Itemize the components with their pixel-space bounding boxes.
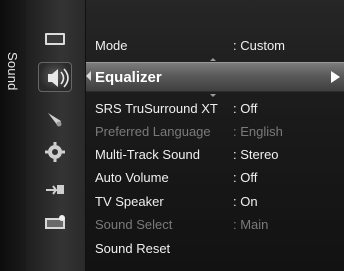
input-icon[interactable] — [42, 178, 68, 200]
menu-item-sound-reset[interactable]: Sound Reset — [95, 237, 340, 259]
menu-item-mode[interactable]: Mode : Custom — [95, 34, 340, 56]
sound-select-value: : Main — [233, 217, 269, 232]
category-tab: Sound — [0, 0, 26, 271]
setup-icon[interactable] — [42, 141, 68, 163]
preferred-language-value: : English — [233, 124, 283, 139]
srs-label: SRS TruSurround XT — [95, 101, 218, 116]
tv-speaker-value: : On — [233, 194, 258, 209]
menu-item-preferred-language: Preferred Language : English — [95, 120, 340, 142]
picture-icon[interactable] — [42, 28, 68, 50]
srs-value: : Off — [233, 101, 258, 116]
menu-item-equalizer[interactable]: Equalizer — [86, 62, 344, 92]
channel-icon[interactable] — [42, 108, 68, 130]
sound-reset-label: Sound Reset — [95, 241, 171, 256]
mode-value: : Custom — [233, 38, 286, 53]
menu-item-tv-speaker[interactable]: TV Speaker : On — [95, 190, 340, 212]
multi-track-label: Multi-Track Sound — [95, 147, 200, 162]
menu-item-auto-volume[interactable]: Auto Volume : Off — [95, 166, 340, 188]
auto-volume-value: : Off — [233, 170, 258, 185]
category-label: Sound — [5, 52, 20, 91]
preferred-language-label: Preferred Language — [95, 124, 211, 139]
submenu-arrow-icon — [331, 71, 340, 83]
menu-category-icons — [26, 0, 86, 271]
sound-select-label: Sound Select — [95, 217, 173, 232]
menu-item-srs-trusurround[interactable]: SRS TruSurround XT : Off — [95, 97, 340, 119]
multi-track-value: : Stereo — [233, 147, 279, 162]
equalizer-label: Equalizer — [95, 69, 162, 86]
application-icon[interactable] — [42, 212, 68, 234]
menu-item-sound-select: Sound Select : Main — [95, 213, 340, 235]
sound-menu: Mode : Custom SRS TruSurround XT : Off P… — [86, 0, 344, 271]
scroll-down-indicator — [210, 94, 216, 97]
scroll-up-indicator — [210, 58, 216, 61]
mode-label: Mode — [95, 38, 128, 53]
selection-pointer-icon — [86, 71, 91, 81]
auto-volume-label: Auto Volume — [95, 170, 169, 185]
tv-speaker-label: TV Speaker — [95, 194, 164, 209]
sound-icon[interactable] — [38, 62, 72, 92]
menu-item-multi-track-sound[interactable]: Multi-Track Sound : Stereo — [95, 143, 340, 165]
